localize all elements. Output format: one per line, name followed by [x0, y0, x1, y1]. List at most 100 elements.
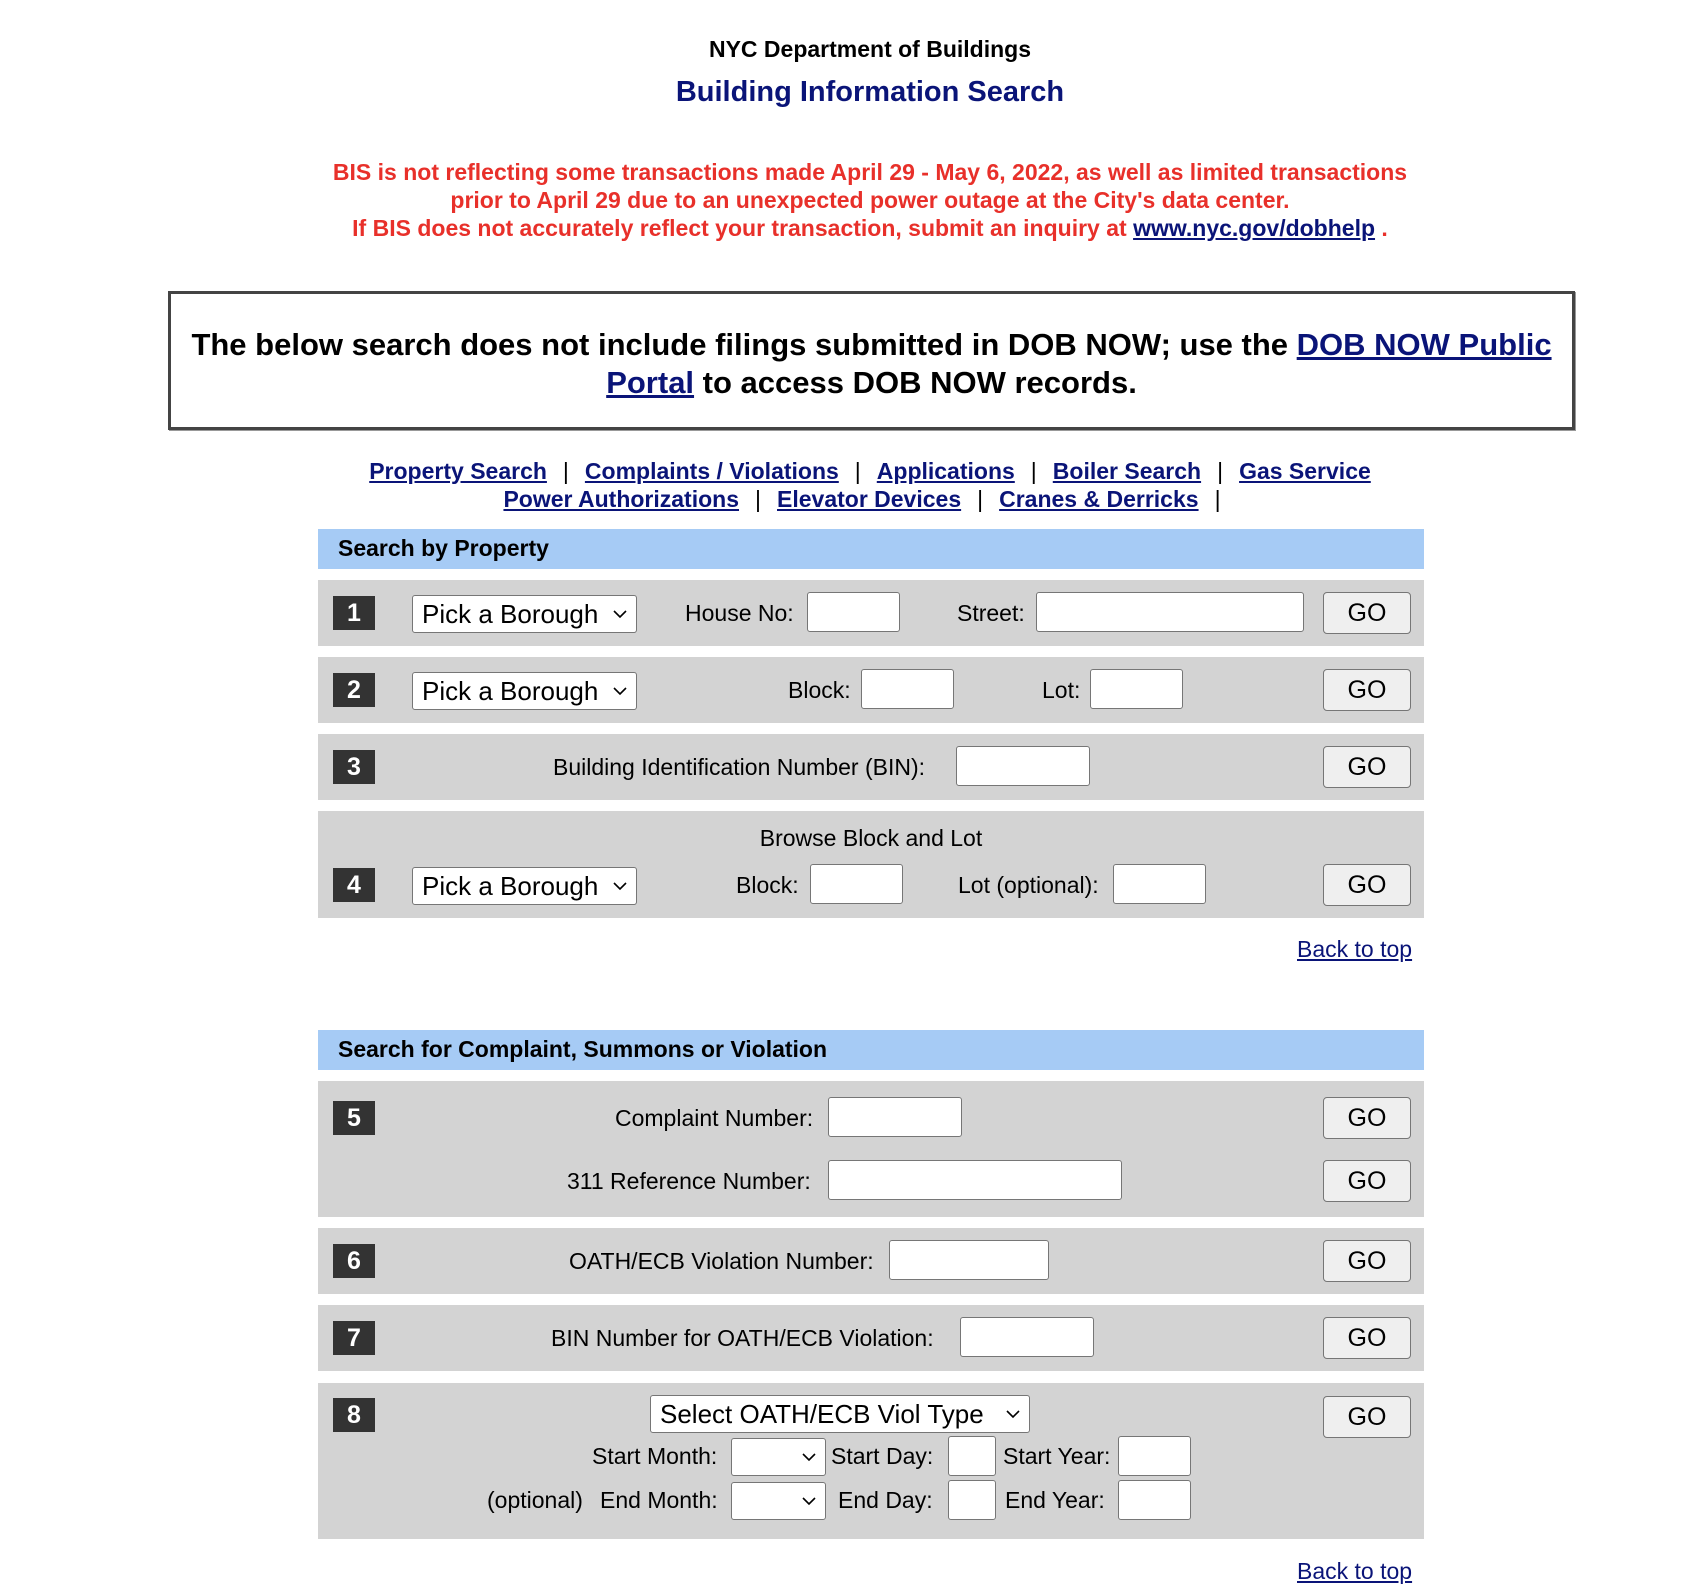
go-button-7[interactable]: GO: [1323, 1317, 1411, 1359]
search-row-4: Browse Block and Lot 4 Pick a Borough Bl…: [318, 811, 1424, 918]
go-button-5a[interactable]: GO: [1323, 1097, 1411, 1139]
end-day-label: End Day:: [838, 1487, 933, 1513]
nav-separator: |: [1217, 458, 1224, 484]
end-month-label: End Month:: [600, 1487, 718, 1513]
notice-text: The below search does not include filing…: [171, 326, 1572, 402]
nav-elevator-devices[interactable]: Elevator Devices: [777, 486, 961, 512]
bin-input[interactable]: [956, 746, 1090, 786]
borough-select-2-value: Pick a Borough: [422, 676, 599, 706]
end-month-select[interactable]: [731, 1482, 826, 1520]
row-number-2: 2: [333, 673, 375, 707]
go-button-8[interactable]: GO: [1323, 1396, 1411, 1438]
back-to-top-link-1[interactable]: Back to top: [1297, 936, 1412, 963]
end-year-input[interactable]: [1118, 1480, 1191, 1520]
house-no-input[interactable]: [807, 592, 900, 632]
go-button-1[interactable]: GO: [1323, 592, 1411, 634]
chevron-down-icon: [613, 882, 627, 891]
browse-lot-label: Lot (optional):: [958, 872, 1099, 898]
nav-property-search[interactable]: Property Search: [369, 458, 547, 484]
nav-separator: |: [562, 458, 569, 484]
oath-violation-label: OATH/ECB Violation Number:: [569, 1248, 874, 1274]
start-month-label: Start Month:: [592, 1443, 718, 1469]
search-row-8: 8 Select OATH/ECB Viol Type GO Start Mon…: [318, 1383, 1424, 1539]
alert-line-2: prior to April 29 due to an unexpected p…: [450, 187, 1290, 213]
notice-text-before: The below search does not include filing…: [191, 327, 1289, 362]
page-title: Building Information Search: [675, 76, 1065, 108]
go-button-3[interactable]: GO: [1323, 746, 1411, 788]
nav-applications[interactable]: Applications: [877, 458, 1015, 484]
bin-oath-input[interactable]: [960, 1317, 1094, 1357]
start-year-label: Start Year:: [1003, 1443, 1111, 1469]
oath-violation-input[interactable]: [889, 1240, 1049, 1280]
section-title-complaint: Search for Complaint, Summons or Violati…: [338, 1036, 828, 1062]
alert-line-1: BIS is not reflecting some transactions …: [332, 159, 1408, 185]
block-input[interactable]: [861, 669, 954, 709]
alert-line-3: If BIS does not accurately reflect your …: [0, 214, 1690, 242]
browse-block-input[interactable]: [810, 864, 903, 904]
street-label: Street:: [957, 600, 1025, 626]
section-title-property: Search by Property: [338, 535, 549, 561]
row-number-7: 7: [333, 1321, 375, 1355]
nav-power-authorizations[interactable]: Power Authorizations: [503, 486, 739, 512]
chevron-down-icon: [802, 1497, 816, 1506]
start-year-input[interactable]: [1118, 1436, 1191, 1476]
optional-label: (optional): [487, 1487, 583, 1513]
start-day-input[interactable]: [948, 1436, 996, 1476]
search-row-7: 7 BIN Number for OATH/ECB Violation: GO: [318, 1305, 1424, 1371]
row-number-1: 1: [333, 596, 375, 630]
search-row-1: 1 Pick a Borough House No: Street: GO: [318, 580, 1424, 646]
go-button-2[interactable]: GO: [1323, 669, 1411, 711]
nav-cranes-derricks[interactable]: Cranes & Derricks: [999, 486, 1198, 512]
chevron-down-icon: [613, 687, 627, 696]
violation-type-value: Select OATH/ECB Viol Type: [660, 1399, 984, 1429]
nav-complaints-violations[interactable]: Complaints / Violations: [585, 458, 839, 484]
row-number-6: 6: [333, 1244, 375, 1278]
bin-label: Building Identification Number (BIN):: [553, 754, 925, 780]
nav-gas-service[interactable]: Gas Service: [1239, 458, 1371, 484]
section-header-property: Search by Property: [318, 529, 1424, 569]
borough-select-2[interactable]: Pick a Borough: [412, 672, 637, 710]
department-name: NYC Department of Buildings: [708, 36, 1031, 62]
alert-line-3-suffix: .: [1381, 215, 1388, 241]
nav-line-2: Power Authorizations | Elevator Devices | Cr…: [0, 485, 1690, 513]
go-button-6[interactable]: GO: [1323, 1240, 1411, 1282]
chevron-down-icon: [1006, 1410, 1020, 1419]
row-number-3: 3: [333, 750, 375, 784]
browse-lot-input[interactable]: [1113, 864, 1206, 904]
nav-separator: |: [755, 486, 761, 512]
lot-input[interactable]: [1090, 669, 1183, 709]
notice-text-after: to access DOB NOW records.: [702, 365, 1137, 400]
go-button-5b[interactable]: GO: [1323, 1160, 1411, 1202]
borough-select-4[interactable]: Pick a Borough: [412, 867, 637, 905]
nav-separator: |: [977, 486, 984, 512]
complaint-number-label: Complaint Number:: [615, 1105, 814, 1131]
street-input[interactable]: [1036, 592, 1304, 632]
start-month-select[interactable]: [731, 1438, 826, 1476]
chevron-down-icon: [802, 1453, 816, 1462]
browse-block-label: Block:: [736, 872, 799, 898]
violation-type-select[interactable]: Select OATH/ECB Viol Type: [650, 1395, 1030, 1433]
nav-line-1: Property Search | Complaints / Violations |…: [0, 457, 1690, 485]
nav-boiler-search[interactable]: Boiler Search: [1053, 458, 1201, 484]
start-day-label: Start Day:: [831, 1443, 934, 1469]
bin-oath-label: BIN Number for OATH/ECB Violation:: [551, 1325, 934, 1351]
nav-separator: |: [1214, 486, 1221, 512]
alert-line-3-prefix: If BIS does not accurately reflect your …: [352, 215, 1127, 241]
go-button-4[interactable]: GO: [1323, 864, 1411, 906]
dobhelp-link[interactable]: www.nyc.gov/dobhelp: [1133, 215, 1375, 241]
block-label: Block:: [788, 677, 851, 703]
outage-alert: BIS is not reflecting some transactions …: [0, 158, 1690, 242]
search-row-5: 5 Complaint Number: GO 311 Reference Num…: [318, 1081, 1424, 1217]
browse-block-lot-title: Browse Block and Lot: [759, 825, 983, 851]
row-number-5: 5: [333, 1101, 375, 1135]
reference-number-input[interactable]: [828, 1160, 1122, 1200]
end-year-label: End Year:: [1005, 1487, 1105, 1513]
nav-separator: |: [1030, 458, 1037, 484]
end-day-input[interactable]: [948, 1480, 996, 1520]
row-number-4: 4: [333, 868, 375, 902]
dob-now-notice: The below search does not include filing…: [168, 291, 1575, 430]
back-to-top-link-2[interactable]: Back to top: [1297, 1558, 1412, 1585]
borough-select-1[interactable]: Pick a Borough: [412, 595, 637, 633]
search-row-3: 3 Building Identification Number (BIN): …: [318, 734, 1424, 800]
complaint-number-input[interactable]: [828, 1097, 962, 1137]
